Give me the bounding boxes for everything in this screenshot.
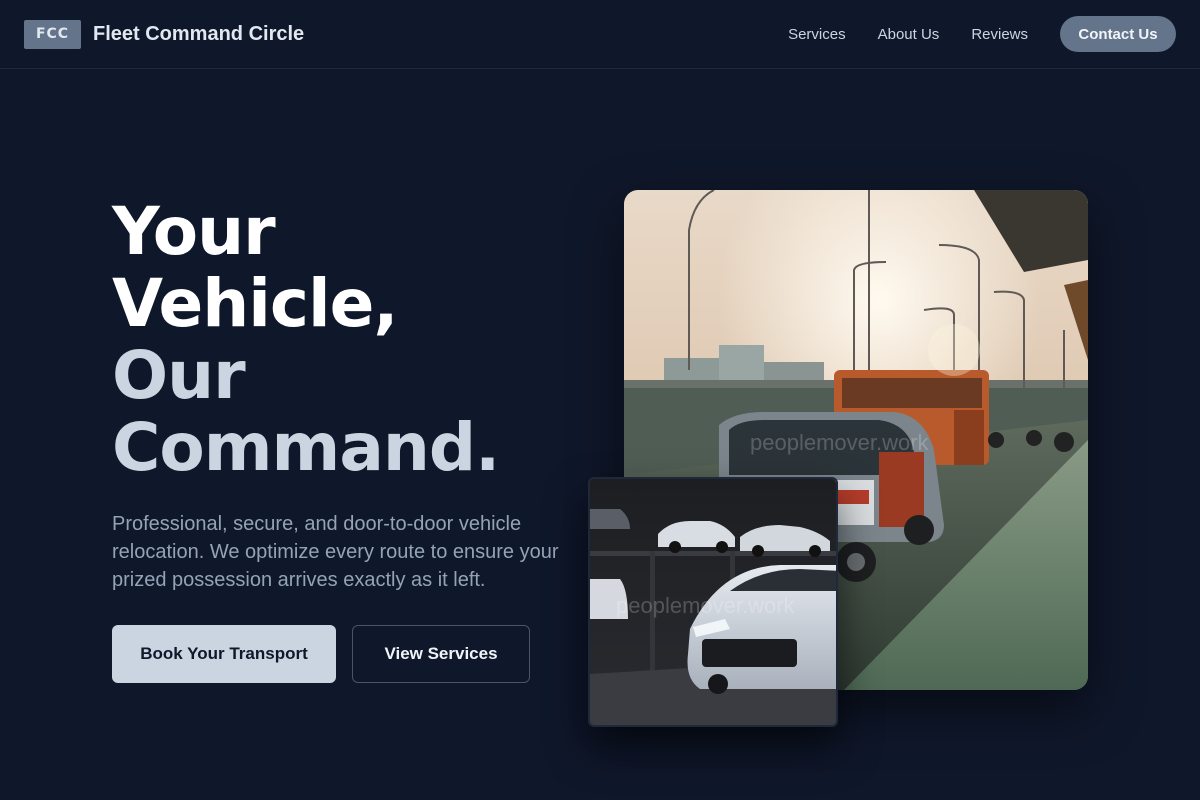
nav-reviews[interactable]: Reviews bbox=[971, 26, 1028, 43]
book-transport-button[interactable]: Book Your Transport bbox=[112, 625, 336, 683]
headline-line-1: Your bbox=[112, 193, 276, 270]
hero-photo-garage: peoplemover.work bbox=[588, 477, 838, 727]
nav-about-us[interactable]: About Us bbox=[878, 26, 940, 43]
headline-line-2: Vehicle, bbox=[112, 265, 398, 342]
main-nav: Services About Us Reviews Contact Us bbox=[788, 16, 1176, 52]
hero-subtext: Professional, secure, and door-to-door v… bbox=[112, 513, 559, 591]
hero-headline: Your Vehicle, Our Command. bbox=[112, 193, 500, 486]
brand-name[interactable]: Fleet Command Circle bbox=[93, 23, 304, 46]
headline-line-3: Our bbox=[112, 337, 246, 414]
view-services-button[interactable]: View Services bbox=[352, 625, 530, 683]
site-header: FCC Fleet Command Circle Services About … bbox=[0, 0, 1200, 69]
logo-badge[interactable]: FCC bbox=[24, 19, 81, 49]
nav-services[interactable]: Services bbox=[788, 26, 846, 43]
headline-line-4: Command. bbox=[112, 409, 500, 486]
contact-us-button[interactable]: Contact Us bbox=[1060, 16, 1176, 52]
